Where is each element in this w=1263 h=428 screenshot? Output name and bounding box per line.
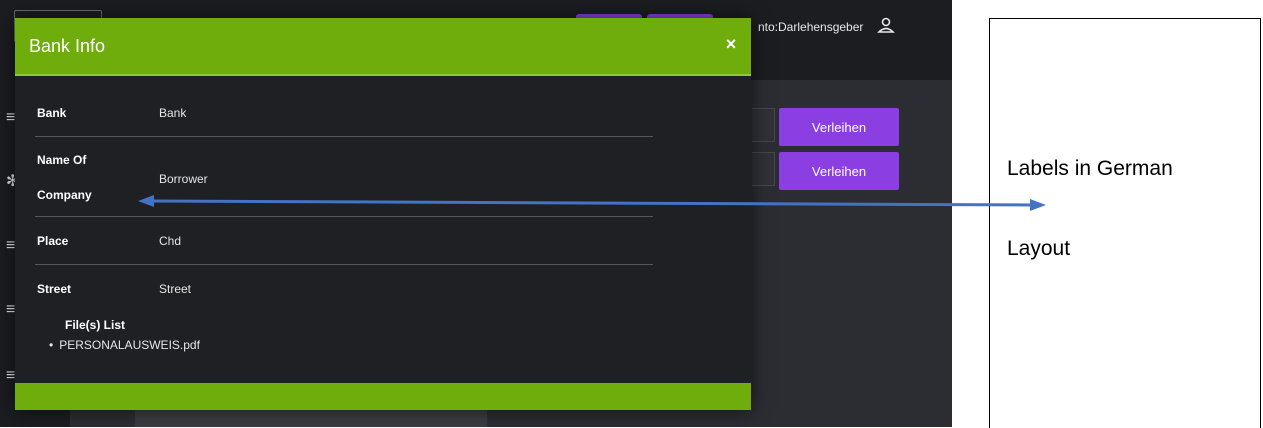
field-label: Company: [37, 188, 92, 202]
lend-button[interactable]: Verleihen: [779, 108, 899, 146]
menu-icon[interactable]: ≡: [6, 368, 15, 384]
amount-input[interactable]: [752, 152, 775, 186]
field-value: Street: [159, 282, 192, 296]
bank-info-modal: Bank Info × Bank Bank Name Of Company Bo…: [15, 18, 751, 410]
file-link[interactable]: PERSONALAUSWEIS.pdf: [49, 338, 200, 352]
field-value: Bank: [159, 106, 187, 120]
annotation-box: Labels in German Layout: [989, 18, 1261, 428]
user-role-label: nto:Darlehensgeber: [758, 20, 864, 34]
field-label: Bank: [37, 106, 67, 120]
amount-input[interactable]: [752, 108, 775, 142]
annotation-text: Labels in German: [1007, 157, 1173, 180]
field-row-street: Street Street: [35, 264, 653, 308]
menu-icon[interactable]: ≡: [6, 302, 15, 318]
modal-footer: [15, 383, 751, 410]
lend-button[interactable]: Verleihen: [779, 152, 899, 190]
field-label: Place: [37, 234, 69, 248]
modal-title: Bank Info: [29, 36, 106, 56]
field-label: Name Of: [37, 153, 87, 167]
background-bar: [135, 410, 487, 427]
field-label: Street: [37, 282, 72, 296]
modal-header: Bank Info ×: [15, 18, 751, 76]
file-list: PERSONALAUSWEIS.pdf: [49, 338, 200, 352]
close-icon[interactable]: ×: [722, 32, 740, 56]
field-value: Borrower: [159, 172, 208, 186]
annotation-text: Layout: [1007, 237, 1071, 260]
menu-icon[interactable]: ≡: [6, 238, 15, 254]
menu-icon[interactable]: ≡: [6, 110, 15, 126]
field-row-place: Place Chd: [35, 216, 653, 265]
field-value: Chd: [159, 234, 182, 248]
field-row-bank: Bank Bank: [35, 84, 653, 137]
user-icon[interactable]: [876, 16, 896, 36]
files-heading: File(s) List: [65, 318, 126, 332]
field-row-company: Name Of Company Borrower: [35, 136, 653, 217]
